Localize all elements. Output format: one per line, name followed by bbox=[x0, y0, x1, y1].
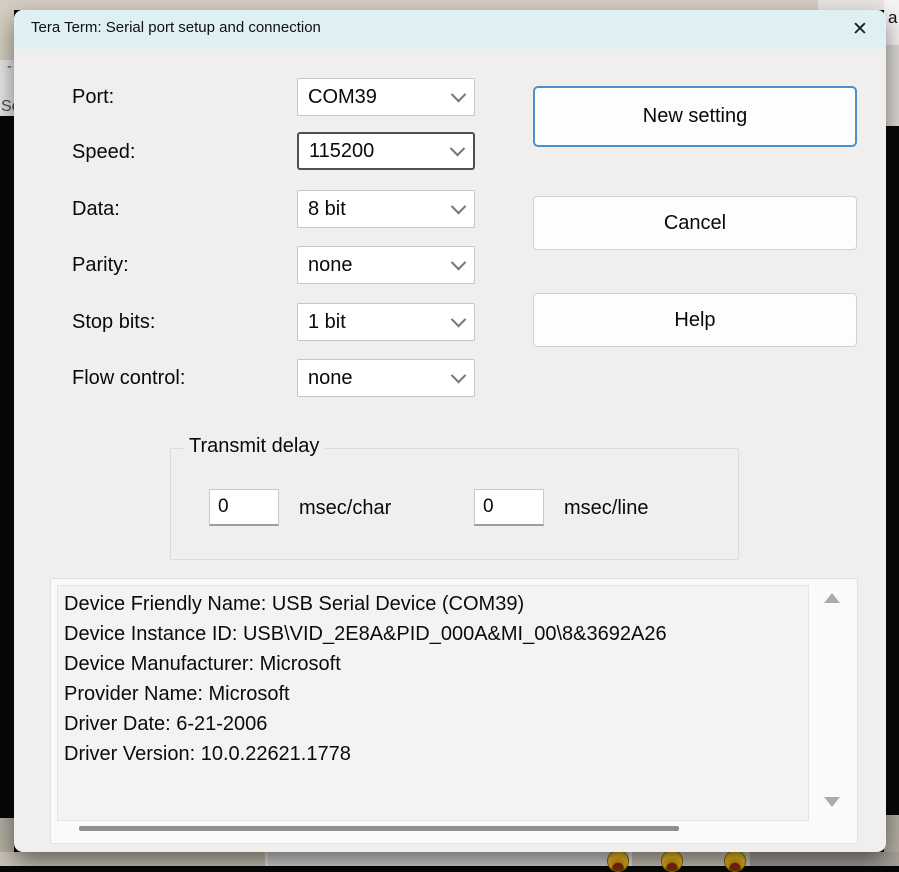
parity-label: Parity: bbox=[72, 254, 129, 277]
emoji-icon bbox=[607, 850, 629, 872]
driver-version-line: Driver Version: 10.0.22621.1778 bbox=[58, 739, 808, 769]
device-manufacturer-line: Device Manufacturer: Microsoft bbox=[58, 649, 808, 679]
transmit-delay-legend: Transmit delay bbox=[183, 435, 325, 458]
port-select[interactable]: COM39 bbox=[297, 78, 475, 116]
speed-value: 115200 bbox=[309, 140, 374, 163]
port-label: Port: bbox=[72, 86, 114, 109]
speed-label: Speed: bbox=[72, 141, 135, 164]
msec-per-char-label: msec/char bbox=[299, 497, 391, 520]
chevron-down-icon bbox=[451, 254, 467, 270]
device-info-panel: Device Friendly Name: USB Serial Device … bbox=[50, 578, 858, 844]
flow-control-value: none bbox=[308, 367, 353, 390]
transmit-delay-group: Transmit delay msec/char msec/line bbox=[170, 448, 739, 560]
parity-value: none bbox=[308, 254, 353, 277]
new-setting-button[interactable]: New setting bbox=[533, 86, 857, 147]
stop-bits-label: Stop bits: bbox=[72, 311, 155, 334]
msec-per-line-input[interactable] bbox=[474, 489, 544, 526]
scroll-up-icon[interactable] bbox=[824, 593, 840, 603]
flow-control-select[interactable]: none bbox=[297, 359, 475, 397]
background-gray-panel bbox=[750, 852, 899, 866]
vertical-scrollbar[interactable] bbox=[819, 587, 845, 809]
chevron-down-icon bbox=[451, 311, 467, 327]
help-button[interactable]: Help bbox=[533, 293, 857, 347]
stop-bits-value: 1 bit bbox=[308, 311, 346, 334]
data-bits-select[interactable]: 8 bit bbox=[297, 190, 475, 228]
stop-bits-select[interactable]: 1 bit bbox=[297, 303, 475, 341]
emoji-icon bbox=[661, 850, 683, 872]
background-window-left-dash: - bbox=[7, 58, 12, 75]
emoji-icon bbox=[724, 850, 746, 872]
msec-per-line-label: msec/line bbox=[564, 497, 648, 520]
background-window-right-text: a bbox=[888, 8, 897, 28]
chevron-down-icon bbox=[451, 198, 467, 214]
data-bits-value: 8 bit bbox=[308, 198, 346, 221]
msec-per-char-input[interactable] bbox=[209, 489, 279, 526]
flow-control-label: Flow control: bbox=[72, 367, 185, 390]
speed-select[interactable]: 115200 bbox=[297, 132, 475, 170]
serial-port-setup-dialog: Tera Term: Serial port setup and connect… bbox=[14, 10, 886, 852]
device-instance-id-line: Device Instance ID: USB\VID_2E8A&PID_000… bbox=[58, 619, 808, 649]
driver-date-line: Driver Date: 6-21-2006 bbox=[58, 709, 808, 739]
dialog-title: Tera Term: Serial port setup and connect… bbox=[31, 19, 321, 36]
scroll-down-icon[interactable] bbox=[824, 797, 840, 807]
provider-name-line: Provider Name: Microsoft bbox=[58, 679, 808, 709]
chevron-down-icon bbox=[450, 140, 466, 156]
chevron-down-icon bbox=[451, 86, 467, 102]
chevron-down-icon bbox=[451, 367, 467, 383]
title-bar[interactable]: Tera Term: Serial port setup and connect… bbox=[14, 10, 886, 49]
parity-select[interactable]: none bbox=[297, 246, 475, 284]
desktop-top-strip bbox=[0, 0, 899, 10]
horizontal-scrollbar-thumb[interactable] bbox=[79, 826, 679, 831]
port-value: COM39 bbox=[308, 86, 377, 109]
close-icon: ✕ bbox=[852, 18, 868, 41]
device-friendly-name-line: Device Friendly Name: USB Serial Device … bbox=[58, 589, 808, 619]
background-window-left: - Se bbox=[0, 60, 14, 116]
desktop-left-strip bbox=[0, 0, 14, 60]
background-photo-thumbnail bbox=[265, 852, 632, 866]
device-info-text: Device Friendly Name: USB Serial Device … bbox=[57, 585, 809, 821]
close-button[interactable]: ✕ bbox=[842, 13, 878, 45]
data-label: Data: bbox=[72, 198, 120, 221]
background-window-right: a bbox=[884, 0, 899, 126]
cancel-button[interactable]: Cancel bbox=[533, 196, 857, 250]
